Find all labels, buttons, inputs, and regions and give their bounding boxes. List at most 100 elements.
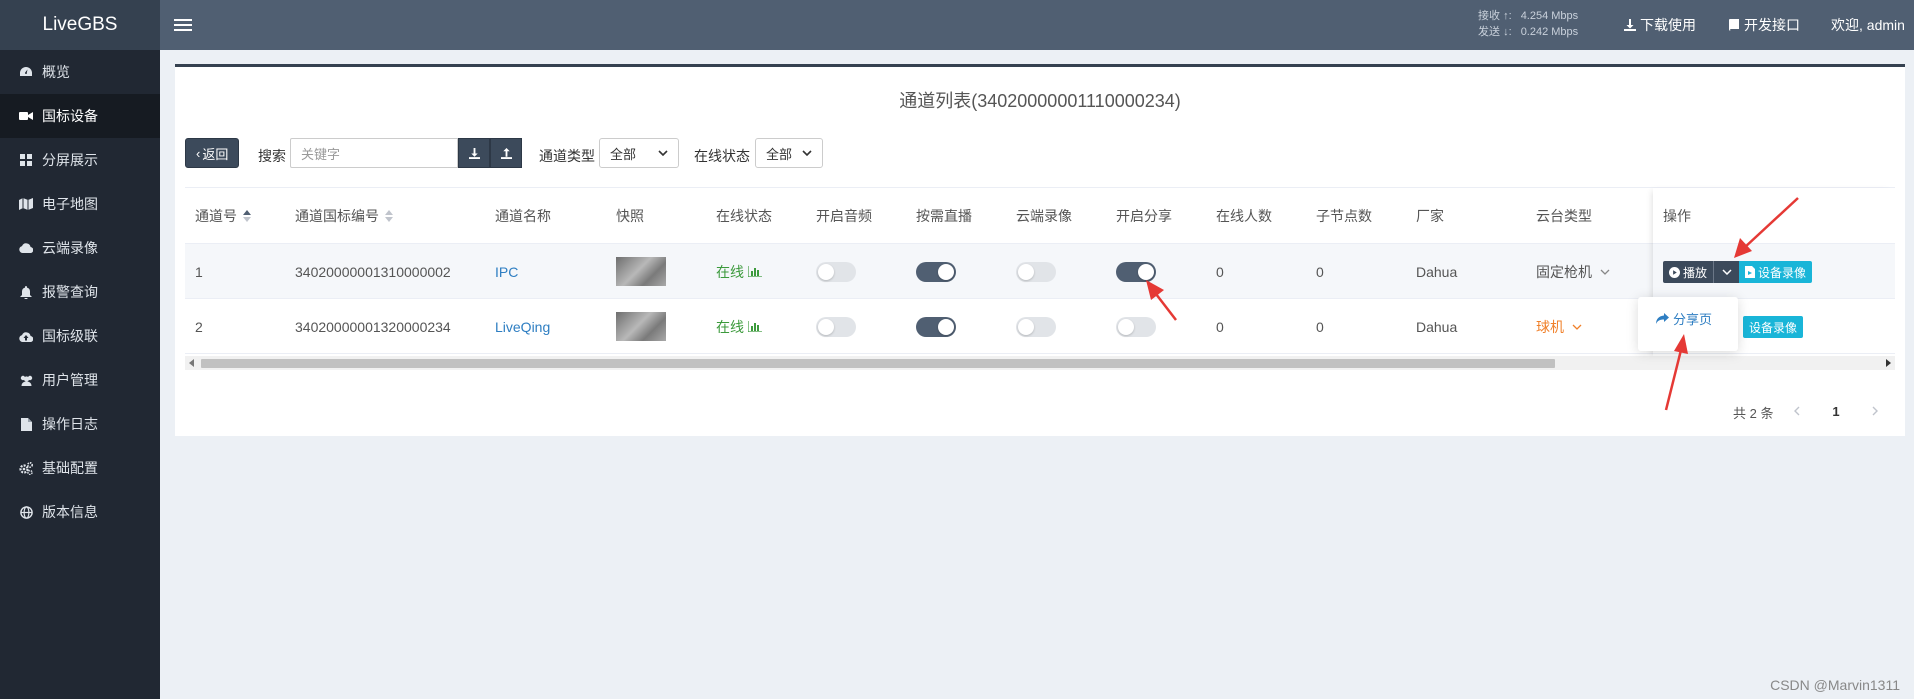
sidebar-item-users[interactable]: 用户管理 xyxy=(0,358,160,402)
device-record-button[interactable]: 设备录像 xyxy=(1743,316,1804,338)
channel-name-link[interactable]: IPC xyxy=(495,264,518,280)
sidebar-item-version[interactable]: 版本信息 xyxy=(0,490,160,534)
sidebar-item-label: 概览 xyxy=(42,64,70,80)
sort-icon xyxy=(385,210,393,222)
scroll-left-icon[interactable] xyxy=(189,359,194,367)
sidebar-item-split-screen[interactable]: 分屏展示 xyxy=(0,138,160,182)
share-toggle[interactable] xyxy=(1116,261,1156,282)
users-icon xyxy=(18,372,34,388)
col-label: 云端录像 xyxy=(1016,208,1072,224)
sidebar-item-cloud-record[interactable]: 云端录像 xyxy=(0,226,160,270)
col-label: 开启分享 xyxy=(1116,208,1172,224)
sidebar-item-config[interactable]: 基础配置 xyxy=(0,446,160,490)
play-label: 播放 xyxy=(1683,265,1708,280)
scrollbar-thumb[interactable] xyxy=(201,359,1555,368)
sidebar-item-gb-devices[interactable]: 国标设备 xyxy=(0,94,160,138)
download-link[interactable]: 下载使用 xyxy=(1624,0,1696,50)
sidebar-item-cascade[interactable]: 国标级联 xyxy=(0,314,160,358)
sidebar-item-label: 国标设备 xyxy=(42,108,98,124)
api-label: 开发接口 xyxy=(1744,17,1800,33)
audio-toggle[interactable] xyxy=(816,316,856,337)
ptz-type-select[interactable]: 球机 xyxy=(1536,317,1582,337)
channel-type-select[interactable]: 全部 xyxy=(599,138,679,168)
horizontal-scrollbar[interactable] xyxy=(185,356,1895,370)
col-label: 通道国标编号 xyxy=(295,208,379,224)
cell-gb-id: 34020000001320000234 xyxy=(295,318,451,335)
scroll-right-icon[interactable] xyxy=(1886,359,1891,367)
col-label: 在线状态 xyxy=(716,208,772,224)
record-label: 设备录像 xyxy=(1749,320,1798,335)
search-placeholder: 关键字 xyxy=(301,146,341,162)
sidebar-item-label: 基础配置 xyxy=(42,460,98,476)
cloud-record-toggle[interactable] xyxy=(1016,261,1056,282)
send-label: 发送 xyxy=(1478,26,1500,38)
col-children: 子节点数 xyxy=(1316,188,1372,244)
channel-name-link[interactable]: LiveQing xyxy=(495,319,550,335)
cell-children: 0 xyxy=(1316,318,1324,335)
share-icon xyxy=(1656,313,1669,324)
sidebar-item-logs[interactable]: 操作日志 xyxy=(0,402,160,446)
video-camera-icon xyxy=(18,108,34,124)
cell-online-count: 0 xyxy=(1216,318,1224,335)
recv-label: 接收 xyxy=(1478,10,1500,22)
sidebar-item-overview[interactable]: 概览 xyxy=(0,50,160,94)
sidebar-item-label: 电子地图 xyxy=(42,196,98,212)
share-toggle[interactable] xyxy=(1116,316,1156,337)
ondemand-toggle[interactable] xyxy=(916,316,956,337)
book-icon xyxy=(1729,19,1739,31)
pager-total: 共 2 条 xyxy=(1733,406,1774,421)
arrow-down-icon: ↓ xyxy=(1503,26,1509,38)
col-label: 通道号 xyxy=(195,208,237,224)
col-audio: 开启音频 xyxy=(816,188,872,244)
send-value: 0.242 Mbps xyxy=(1520,26,1579,38)
channel-type-value: 全部 xyxy=(610,146,637,162)
status-select[interactable]: 全部 xyxy=(755,138,823,168)
sidebar-item-alarm[interactable]: 报警查询 xyxy=(0,270,160,314)
status-label: 在线状态 xyxy=(694,148,750,164)
play-dropdown-button[interactable] xyxy=(1713,261,1739,283)
pager-prev-button[interactable] xyxy=(1787,397,1807,425)
map-icon xyxy=(18,196,34,212)
col-gb-id[interactable]: 通道国标编号 xyxy=(295,188,393,244)
ptz-type-value: 固定枪机 xyxy=(1536,263,1592,280)
menu-toggle-icon[interactable] xyxy=(174,14,192,36)
app-logo[interactable]: LiveGBS xyxy=(0,0,160,50)
ondemand-toggle[interactable] xyxy=(916,261,956,282)
sidebar-item-map[interactable]: 电子地图 xyxy=(0,182,160,226)
watermark: CSDN @Marvin1311 xyxy=(1770,677,1900,693)
col-label: 厂家 xyxy=(1416,208,1444,224)
share-page-menu-item[interactable]: 分享页 xyxy=(1656,309,1712,328)
online-status[interactable]: 在线 xyxy=(716,317,762,337)
grid-icon xyxy=(18,152,34,168)
audio-toggle[interactable] xyxy=(816,261,856,282)
chevron-right-icon xyxy=(1872,406,1878,416)
col-vendor: 厂家 xyxy=(1416,188,1444,244)
import-button[interactable] xyxy=(490,138,522,168)
back-button[interactable]: ‹ 返回 xyxy=(185,138,240,168)
online-status[interactable]: 在线 xyxy=(716,262,762,282)
search-input[interactable]: 关键字 xyxy=(290,138,458,168)
chevron-left-icon xyxy=(1794,406,1800,416)
chevron-down-icon xyxy=(802,150,812,156)
user-menu[interactable]: 欢迎, admin xyxy=(1831,0,1905,50)
play-button[interactable]: 播放 xyxy=(1663,261,1714,283)
page-title: 通道列表(34020000001110000234) xyxy=(899,91,1181,111)
device-record-button[interactable]: 设备录像 xyxy=(1739,261,1813,283)
api-link[interactable]: 开发接口 xyxy=(1728,0,1800,50)
col-channel-no[interactable]: 通道号 xyxy=(195,188,251,244)
sidebar-item-label: 国标级联 xyxy=(42,328,98,344)
pager-page-1[interactable]: 1 xyxy=(1826,397,1846,425)
pager-next-button[interactable] xyxy=(1865,397,1885,425)
file-video-icon xyxy=(1745,266,1755,278)
welcome-text: 欢迎, admin xyxy=(1831,17,1905,33)
ptz-type-select[interactable]: 固定枪机 xyxy=(1536,262,1610,282)
snapshot-thumbnail[interactable] xyxy=(616,257,666,286)
play-circle-icon xyxy=(1669,266,1680,278)
cell-vendor: Dahua xyxy=(1416,263,1458,280)
status-value: 全部 xyxy=(766,146,793,162)
snapshot-thumbnail[interactable] xyxy=(616,312,666,341)
chevron-down-icon xyxy=(1721,269,1732,275)
export-button[interactable] xyxy=(458,138,490,168)
cloud-record-toggle[interactable] xyxy=(1016,316,1056,337)
search-label: 搜索 xyxy=(258,148,286,164)
